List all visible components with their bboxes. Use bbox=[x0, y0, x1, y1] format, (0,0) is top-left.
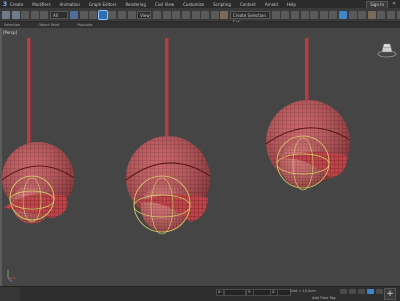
menu-graph-editors[interactable]: Graph Editors bbox=[89, 2, 116, 7]
toggle-layer-explorer-icon[interactable] bbox=[300, 10, 309, 19]
close-icon[interactable]: ✕ bbox=[392, 1, 398, 7]
select-scale-icon[interactable] bbox=[117, 10, 126, 19]
auto-key-button[interactable] bbox=[340, 289, 347, 294]
menu-help[interactable]: Help bbox=[287, 2, 296, 7]
x-coord-label: X: bbox=[216, 289, 224, 296]
curve-editor-icon[interactable] bbox=[319, 10, 328, 19]
time-config-button[interactable] bbox=[376, 289, 383, 294]
undo-icon[interactable] bbox=[2, 10, 10, 19]
select-place-icon[interactable] bbox=[127, 10, 136, 19]
select-by-name-icon[interactable] bbox=[79, 10, 88, 19]
material-editor-icon[interactable] bbox=[339, 10, 348, 19]
percent-snap-icon[interactable] bbox=[201, 10, 210, 19]
menu-customize[interactable]: Customize bbox=[183, 2, 204, 7]
grid-size-readout: Grid = 10,0cm bbox=[290, 289, 316, 293]
render-in-cloud-icon[interactable] bbox=[377, 10, 386, 19]
a360-gallery-icon[interactable] bbox=[387, 10, 395, 19]
render-setup-icon[interactable] bbox=[348, 10, 357, 19]
toggle-scene-explorer-icon[interactable] bbox=[291, 10, 300, 19]
maxscript-listener[interactable] bbox=[0, 287, 20, 301]
align-icon[interactable] bbox=[281, 10, 290, 19]
menu-bar: 3 Create Modifiers Animation Graph Edito… bbox=[0, 0, 400, 9]
z-coord-field[interactable] bbox=[277, 289, 291, 296]
ribbon-icon[interactable] bbox=[310, 10, 319, 19]
snaps-toggle-icon[interactable] bbox=[181, 10, 190, 19]
select-object-icon[interactable] bbox=[69, 10, 78, 19]
select-rotate-icon[interactable] bbox=[108, 10, 117, 19]
tab-object-paint[interactable]: Object Paint bbox=[38, 23, 59, 27]
status-bar: X: Y: Z: Grid = 10,0cm Add Time Tag + bbox=[0, 286, 400, 301]
axis-tripod-icon bbox=[7, 270, 16, 283]
perspective-viewport[interactable]: [Persp] bbox=[2, 28, 400, 286]
main-toolbar: All View Create Selection Set bbox=[0, 8, 400, 25]
viewcube-icon[interactable] bbox=[377, 42, 397, 58]
selection-filter-dropdown[interactable]: All bbox=[49, 10, 68, 19]
bind-space-warp-icon[interactable] bbox=[40, 10, 49, 19]
keyboard-shortcut-icon[interactable] bbox=[172, 10, 181, 19]
workspace-icon[interactable] bbox=[396, 10, 400, 19]
zoom-extents-button[interactable]: + bbox=[384, 288, 396, 300]
tab-populate[interactable]: Populate bbox=[77, 23, 92, 27]
y-coord-field[interactable] bbox=[253, 289, 271, 296]
menu-animation[interactable]: Animation bbox=[60, 2, 80, 7]
menu-create[interactable]: Create bbox=[10, 2, 23, 7]
spinner-snap-icon[interactable] bbox=[210, 10, 219, 19]
select-manipulate-icon[interactable] bbox=[162, 10, 171, 19]
mirror-icon[interactable] bbox=[271, 10, 280, 19]
pendant-lamp-3[interactable] bbox=[265, 38, 351, 191]
pendant-lamp-1[interactable] bbox=[2, 38, 75, 224]
set-key-button[interactable] bbox=[349, 289, 356, 294]
add-time-tag-button[interactable]: Add Time Tag bbox=[312, 296, 336, 300]
scene-canvas bbox=[2, 38, 351, 283]
pendant-lamp-2[interactable] bbox=[125, 38, 211, 235]
menu-civil-view[interactable]: Civil View bbox=[155, 2, 174, 7]
pivot-center-icon[interactable] bbox=[153, 10, 162, 19]
tab-selection[interactable]: Selection bbox=[4, 23, 20, 27]
rendered-frame-window-icon[interactable] bbox=[358, 10, 367, 19]
menu-content[interactable]: Content bbox=[240, 2, 256, 7]
schematic-view-icon[interactable] bbox=[329, 10, 338, 19]
edit-named-selection-icon[interactable] bbox=[220, 10, 229, 19]
app-logo-icon[interactable]: 3 bbox=[0, 0, 10, 8]
x-coord-field[interactable] bbox=[224, 289, 246, 296]
unlink-icon[interactable] bbox=[30, 10, 39, 19]
key-filters-button[interactable] bbox=[358, 289, 365, 294]
rectangular-selection-icon[interactable] bbox=[89, 10, 98, 19]
render-production-icon[interactable] bbox=[367, 10, 376, 19]
link-icon[interactable] bbox=[21, 10, 30, 19]
named-selection-dropdown[interactable]: Create Selection Set bbox=[229, 10, 270, 25]
menu-arnold[interactable]: Arnold bbox=[265, 2, 278, 7]
menu-rendering[interactable]: Rendering bbox=[125, 2, 145, 7]
reference-coordinate-dropdown[interactable]: View bbox=[137, 10, 152, 19]
redo-icon[interactable] bbox=[11, 10, 20, 19]
menu-modifiers[interactable]: Modifiers bbox=[32, 2, 50, 7]
menu-scripting[interactable]: Scripting bbox=[213, 2, 231, 7]
play-animation-button[interactable] bbox=[367, 289, 374, 294]
select-move-icon[interactable] bbox=[97, 9, 108, 20]
angle-snap-icon[interactable] bbox=[191, 10, 200, 19]
